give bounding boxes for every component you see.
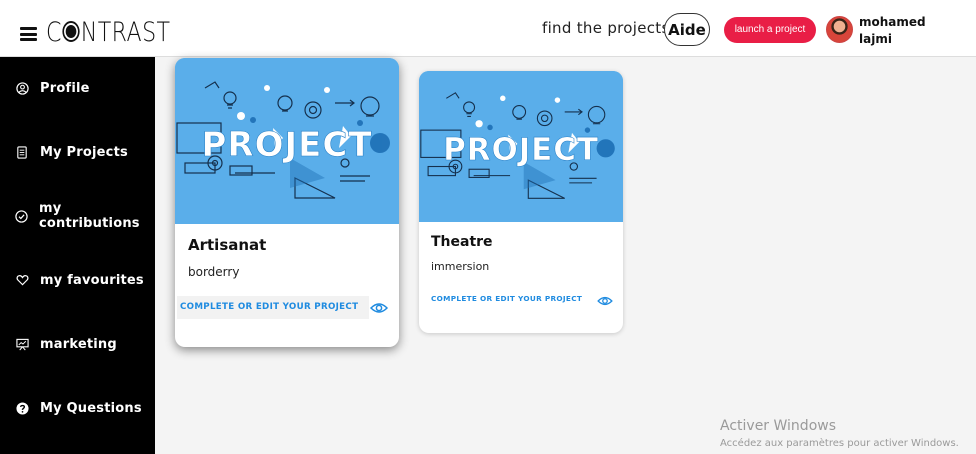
user-last-name: lajmi <box>859 32 892 46</box>
launch-project-button[interactable]: launch a project <box>724 17 816 43</box>
project-subtitle: borderry <box>188 265 240 279</box>
project-card-image-text: PROJECT <box>443 132 599 168</box>
edit-project-link[interactable]: COMPLETE OR EDIT YOUR PROJECT <box>428 290 586 308</box>
windows-activation-watermark: Activer Windows Accédez aux paramètres p… <box>720 418 959 451</box>
logo-o-mark <box>62 21 80 42</box>
sidebar-item-label: my favourites <box>40 272 144 288</box>
project-title: Theatre <box>431 234 493 250</box>
sidebar-item-label: Profile <box>40 80 90 96</box>
sidebar-item-my-questions[interactable]: My Questions <box>0 388 155 428</box>
top-bar: C NTRAST find the projects Aide launch a … <box>0 0 976 57</box>
heart-icon <box>15 273 29 287</box>
sidebar-item-label: My Questions <box>40 400 142 416</box>
presentation-icon <box>15 337 29 351</box>
sidebar-item-label: My Projects <box>40 144 128 160</box>
sidebar-item-my-projects[interactable]: My Projects <box>0 132 155 172</box>
menu-icon[interactable] <box>20 27 37 41</box>
user-circle-icon <box>15 81 29 95</box>
sidebar: Profile My Projects my contributions my … <box>0 57 155 454</box>
project-card-image-text: PROJECT <box>201 125 372 165</box>
edit-project-link[interactable]: COMPLETE OR EDIT YOUR PROJECT <box>177 296 369 319</box>
sidebar-item-label: my contributions <box>39 201 140 231</box>
eye-icon[interactable] <box>597 292 613 306</box>
project-subtitle: immersion <box>431 260 490 273</box>
help-button[interactable]: Aide <box>664 13 710 46</box>
eye-icon[interactable] <box>369 300 389 314</box>
sidebar-item-my-favourites[interactable]: my favourites <box>0 260 155 300</box>
find-projects-link[interactable]: find the projects <box>542 19 670 37</box>
project-card[interactable]: PROJECT Theatre immersion COMPLETE OR ED… <box>419 71 623 333</box>
sidebar-item-label: marketing <box>40 336 117 352</box>
project-card-image: PROJECT <box>419 71 623 222</box>
project-card[interactable]: PROJECT Artisanat borderry COMPLETE OR E… <box>175 58 399 347</box>
user-first-name: mohamed <box>859 15 926 29</box>
question-circle-icon <box>15 401 29 415</box>
user-name[interactable]: mohamed lajmi <box>859 14 929 48</box>
watermark-subtitle: Accédez aux paramètres pour activer Wind… <box>720 438 959 449</box>
logo-c: C <box>46 17 62 48</box>
logo-rest: NTRAST <box>80 17 171 48</box>
sidebar-item-my-contributions[interactable]: my contributions <box>0 196 155 236</box>
logo[interactable]: C NTRAST <box>46 16 170 50</box>
project-card-image: PROJECT <box>175 58 399 224</box>
sidebar-item-marketing[interactable]: marketing <box>0 324 155 364</box>
watermark-title: Activer Windows <box>720 418 837 434</box>
sidebar-item-profile[interactable]: Profile <box>0 68 155 108</box>
document-icon <box>15 145 29 159</box>
check-circle-icon <box>15 209 28 223</box>
avatar[interactable] <box>826 16 853 43</box>
project-title: Artisanat <box>188 236 267 254</box>
